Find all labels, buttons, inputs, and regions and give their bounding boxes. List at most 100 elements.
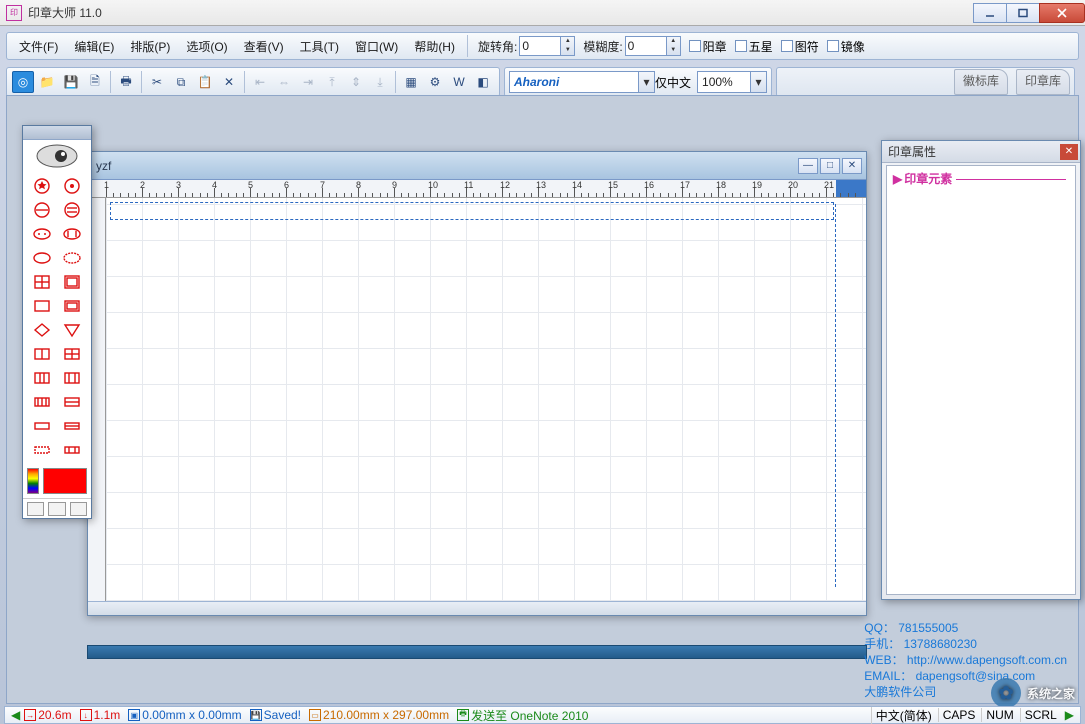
watermark-text: 系统之家	[1027, 685, 1075, 702]
maximize-button[interactable]	[1006, 3, 1040, 23]
status-prev-icon[interactable]: ◀	[9, 708, 22, 722]
align-bottom-button[interactable]: ⤓	[369, 71, 391, 93]
tool-a-button[interactable]: ▦	[400, 71, 422, 93]
printer-icon: 🖶	[457, 709, 469, 721]
properties-close-button[interactable]: ✕	[1060, 144, 1078, 160]
menu-window[interactable]: 窗口(W)	[347, 35, 406, 58]
delete-button[interactable]: ✕	[218, 71, 240, 93]
check-yang[interactable]	[689, 40, 701, 52]
palette-foot-btn-1[interactable]	[27, 502, 44, 516]
color-swatch[interactable]	[43, 468, 87, 494]
new-button[interactable]: ◎	[12, 71, 34, 93]
tool-rect-col2[interactable]	[57, 366, 87, 390]
tool-c-button[interactable]: W	[448, 71, 470, 93]
toolbar-font: Aharoni ▾ 仅中文 100% ▾	[504, 67, 772, 97]
ruler-horizontal[interactable]: 123456789101112131415161718192021	[88, 180, 866, 198]
menu-layout[interactable]: 排版(P)	[122, 35, 178, 58]
palette-foot-btn-2[interactable]	[48, 502, 65, 516]
properties-header[interactable]: 印章属性 ✕	[882, 141, 1080, 163]
color-strip[interactable]	[27, 468, 39, 494]
tool-oval-grid[interactable]	[57, 222, 87, 246]
rotate-label: 旋转角:	[478, 38, 517, 55]
tool-circle-star[interactable]	[27, 174, 57, 198]
open-button[interactable]: 📁	[36, 71, 58, 93]
close-button[interactable]	[1039, 3, 1085, 23]
tool-rect-slots2[interactable]	[57, 390, 87, 414]
tool-oval-dash[interactable]	[57, 246, 87, 270]
tool-palette[interactable]	[22, 125, 92, 519]
tool-rect-dash2[interactable]	[57, 438, 87, 462]
menu-options[interactable]: 选项(O)	[178, 35, 235, 58]
rotate-spin[interactable]: ▲▼	[561, 36, 575, 56]
doc-close-button[interactable]: ✕	[842, 158, 862, 174]
tool-diamond[interactable]	[27, 318, 57, 342]
tool-rect-col[interactable]	[27, 366, 57, 390]
blur-input[interactable]	[625, 36, 667, 56]
tool-grid-double[interactable]	[57, 270, 87, 294]
tool-circle-dot[interactable]	[57, 174, 87, 198]
paste-button[interactable]: 📋	[194, 71, 216, 93]
tool-b-button[interactable]: ⚙	[424, 71, 446, 93]
tool-rect-slots[interactable]	[27, 390, 57, 414]
menu-file[interactable]: 文件(F)	[11, 35, 66, 58]
doc-minimize-button[interactable]: —	[798, 158, 818, 174]
coord-y-icon: ↓	[80, 709, 92, 721]
tool-grid-square[interactable]	[27, 270, 57, 294]
check-symbol-label: 图符	[795, 38, 819, 55]
tool-rect-plain[interactable]	[27, 294, 57, 318]
tool-oval-dots[interactable]	[27, 222, 57, 246]
tool-triangle-down[interactable]	[57, 318, 87, 342]
palette-foot-btn-3[interactable]	[70, 502, 87, 516]
tool-d-button[interactable]: ◧	[472, 71, 494, 93]
tool-rect-cross2[interactable]	[57, 342, 87, 366]
font-select[interactable]: Aharoni	[509, 71, 639, 93]
tool-oval-plain[interactable]	[27, 246, 57, 270]
status-next-icon[interactable]: ▶	[1063, 708, 1076, 722]
minimize-button[interactable]	[973, 3, 1007, 23]
tool-rect-dash[interactable]	[27, 438, 57, 462]
align-top-button[interactable]: ⤒	[321, 71, 343, 93]
save-button[interactable]: 💾	[60, 71, 82, 93]
doc-maximize-button[interactable]: □	[820, 158, 840, 174]
tool-circle-lines[interactable]	[57, 198, 87, 222]
zoom-select[interactable]: 100%	[697, 71, 751, 93]
tab-seal-lib[interactable]: 印章库	[1016, 69, 1070, 95]
properties-panel[interactable]: 印章属性 ✕ ▶印章元素	[881, 140, 1081, 600]
copy-button[interactable]: ⧉	[170, 71, 192, 93]
tool-circle-line[interactable]	[27, 198, 57, 222]
menu-tools[interactable]: 工具(T)	[292, 35, 347, 58]
font-dropdown-icon[interactable]: ▾	[639, 71, 655, 93]
canvas[interactable]	[106, 198, 866, 601]
check-star[interactable]	[735, 40, 747, 52]
menu-view[interactable]: 查看(V)	[236, 35, 292, 58]
selection-marquee	[110, 202, 834, 220]
saveas-button[interactable]: 🗎	[84, 71, 106, 93]
tool-rect-cross[interactable]	[27, 342, 57, 366]
cut-button[interactable]: ✂	[146, 71, 168, 93]
status-bar: ◀ →20.6m ↓1.1m ▣0.00mm x 0.00mm 💾Saved! …	[4, 706, 1081, 724]
check-symbol[interactable]	[781, 40, 793, 52]
doc-scrollbar-h[interactable]	[88, 601, 866, 615]
tab-emblem-lib[interactable]: 徽标库	[954, 69, 1008, 95]
check-mirror-label: 镜像	[841, 38, 865, 55]
rotate-input[interactable]	[519, 36, 561, 56]
palette-drag-handle[interactable]	[23, 126, 91, 140]
tool-rect-line2[interactable]	[57, 414, 87, 438]
document-titlebar[interactable]: yzf — □ ✕	[88, 152, 866, 180]
align-left-button[interactable]: ⇤	[249, 71, 271, 93]
tool-rect-double[interactable]	[57, 294, 87, 318]
blur-spin[interactable]: ▲▼	[667, 36, 681, 56]
menu-edit[interactable]: 编辑(E)	[66, 35, 122, 58]
properties-section[interactable]: ▶印章元素	[887, 166, 1075, 191]
align-center-button[interactable]: ⇔	[273, 71, 295, 93]
menu-help[interactable]: 帮助(H)	[406, 35, 463, 58]
toolbar-row: ◎ 📁 💾 🗎 🖶 ✂ ⧉ 📋 ✕ ⇤ ⇔ ⇥ ⤒ ⇕ ⤓ ▦ ⚙ W ◧ Ah…	[6, 66, 1079, 98]
align-middle-button[interactable]: ⇕	[345, 71, 367, 93]
check-mirror[interactable]	[827, 40, 839, 52]
tool-rect-line[interactable]	[27, 414, 57, 438]
align-right-button[interactable]: ⇥	[297, 71, 319, 93]
print-button[interactable]: 🖶	[115, 71, 137, 93]
zoom-dropdown-icon[interactable]: ▾	[751, 71, 767, 93]
status-caps: CAPS	[938, 708, 980, 722]
pos-icon: ▣	[128, 709, 140, 721]
